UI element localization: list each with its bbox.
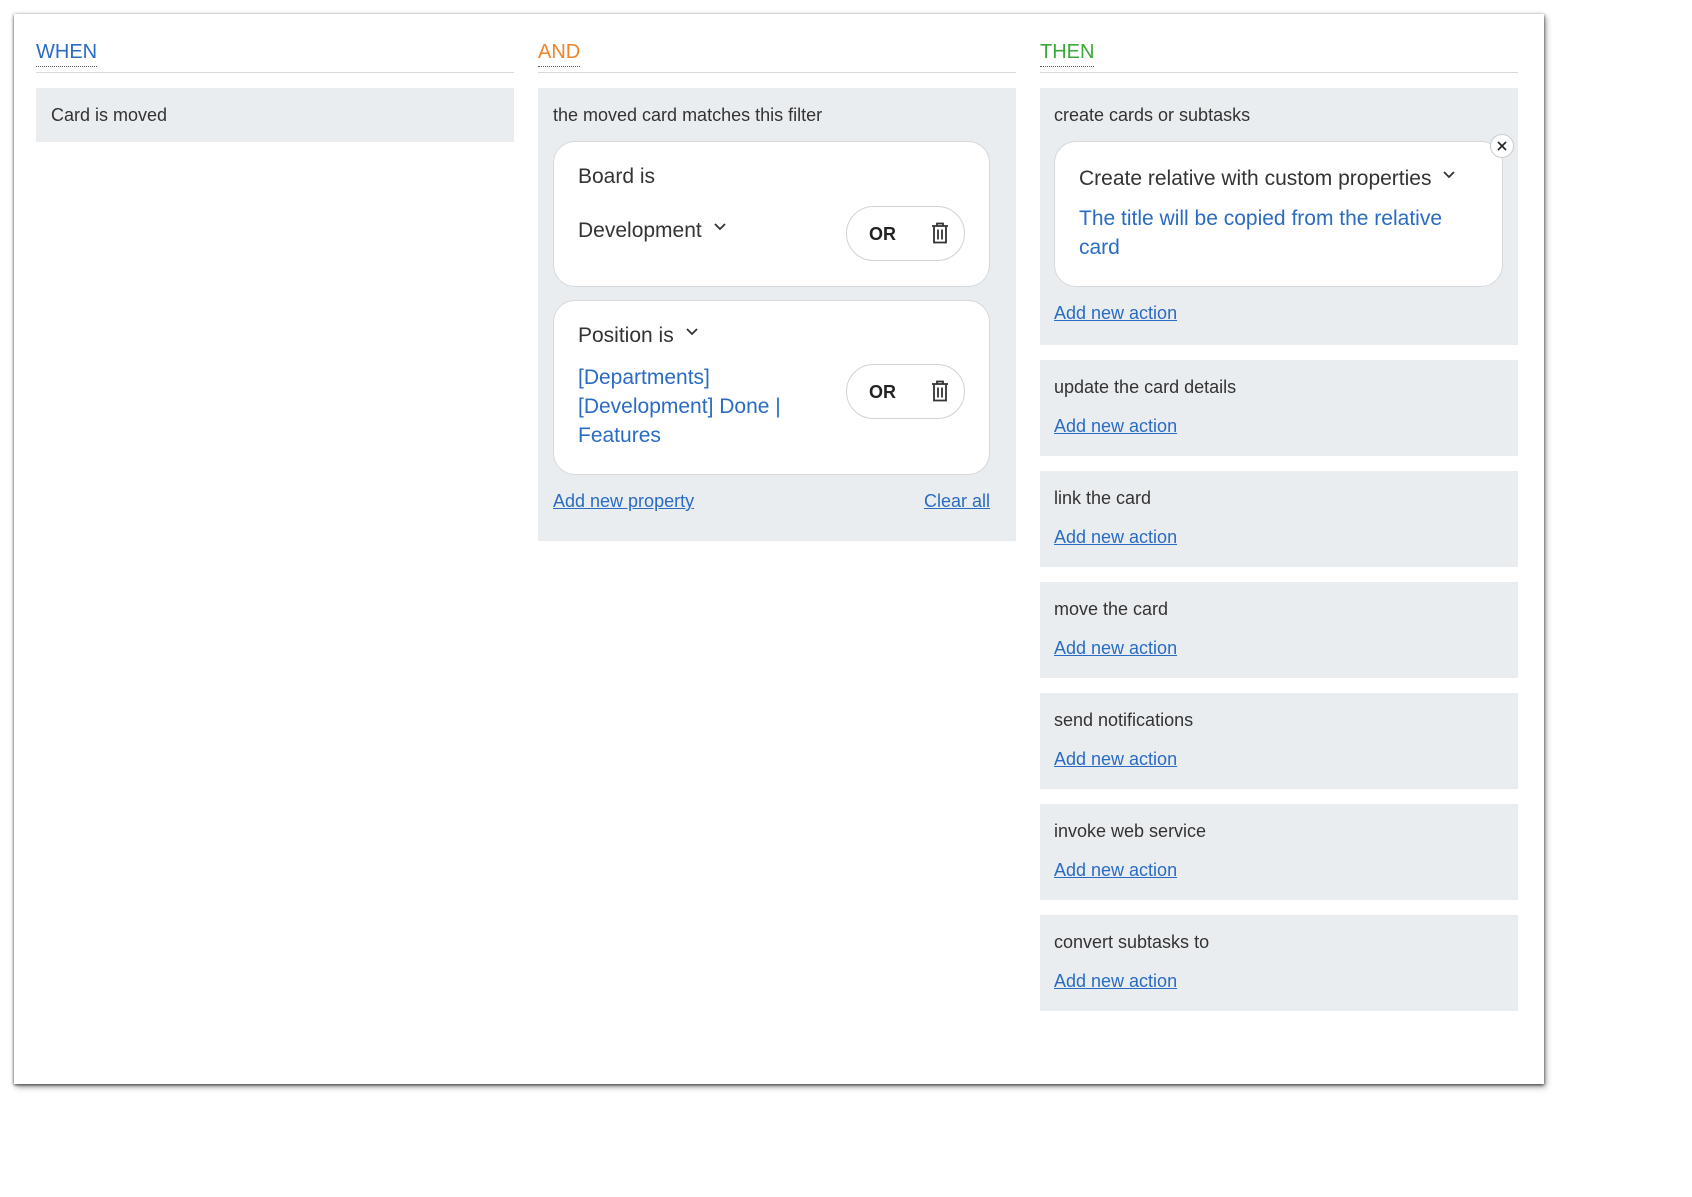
action-card-subtitle[interactable]: The title will be copied from the relati…: [1079, 204, 1478, 262]
then-group-title: send notifications: [1054, 710, 1194, 730]
then-header: THEN: [1040, 38, 1518, 73]
and-header: AND: [538, 38, 1016, 73]
trash-icon[interactable]: [930, 222, 950, 244]
and-title[interactable]: AND: [538, 38, 581, 67]
then-group-title: link the card: [1054, 488, 1152, 508]
add-new-action-link[interactable]: Add new action: [1054, 858, 1177, 882]
then-group-title: move the card: [1054, 599, 1169, 619]
automation-rule-editor: WHEN Card is moved AND the moved card ma…: [14, 14, 1544, 1084]
trash-icon[interactable]: [930, 380, 950, 402]
or-button[interactable]: OR: [869, 379, 896, 405]
filter-position-actions: OR: [846, 364, 965, 419]
action-card-title-text: Create relative with custom properties: [1079, 167, 1432, 190]
or-button[interactable]: OR: [869, 221, 896, 247]
when-column: WHEN Card is moved: [36, 38, 514, 142]
then-group-notify: send notifications Add new action: [1040, 693, 1518, 789]
then-group-title: create cards or subtasks: [1054, 105, 1251, 125]
then-column: THEN create cards or subtasks Create rel…: [1040, 38, 1518, 1011]
chevron-down-icon[interactable]: [1443, 171, 1456, 181]
add-new-action-link[interactable]: Add new action: [1054, 969, 1177, 993]
action-card[interactable]: Create relative with custom properties T…: [1054, 134, 1514, 287]
filter-board-actions: OR: [846, 206, 965, 261]
then-group-webservice: invoke web service Add new action: [1040, 804, 1518, 900]
chevron-down-icon[interactable]: [714, 223, 726, 233]
then-group-title: invoke web service: [1054, 821, 1207, 841]
filter-position: Position is [Departments] [Development] …: [553, 300, 990, 475]
add-new-property-link[interactable]: Add new property: [553, 491, 694, 511]
filter-position-label[interactable]: Position is: [578, 321, 965, 351]
trigger-panel[interactable]: Card is moved: [36, 88, 514, 142]
add-new-action-link[interactable]: Add new action: [1054, 301, 1177, 325]
then-group-link: link the card Add new action: [1040, 471, 1518, 567]
add-new-action-link[interactable]: Add new action: [1054, 525, 1177, 549]
filter-panel: the moved card matches this filter Board…: [538, 88, 1016, 541]
then-group-title: convert subtasks to: [1054, 932, 1210, 952]
clear-all-link[interactable]: Clear all: [924, 489, 990, 513]
when-title[interactable]: WHEN: [36, 38, 98, 67]
filter-position-value[interactable]: [Departments] [Development] Done | Featu…: [578, 363, 813, 450]
and-column: AND the moved card matches this filter B…: [538, 38, 1016, 541]
add-new-action-link[interactable]: Add new action: [1054, 414, 1177, 438]
filter-panel-title: the moved card matches this filter: [553, 105, 823, 125]
filter-panel-links: Add new property Clear all: [553, 489, 1001, 513]
add-new-action-link[interactable]: Add new action: [1054, 747, 1177, 771]
chevron-down-icon[interactable]: [686, 328, 698, 338]
filter-position-label-text: Position is: [578, 324, 674, 347]
filter-board-value-text: Development: [578, 219, 702, 242]
close-icon[interactable]: [1490, 134, 1514, 158]
add-new-action-link[interactable]: Add new action: [1054, 636, 1177, 660]
then-title[interactable]: THEN: [1040, 38, 1095, 67]
then-group-move: move the card Add new action: [1040, 582, 1518, 678]
when-header: WHEN: [36, 38, 514, 73]
then-group-convert: convert subtasks to Add new action: [1040, 915, 1518, 1011]
then-group-create: create cards or subtasks Create relative…: [1040, 88, 1518, 345]
then-group-update: update the card details Add new action: [1040, 360, 1518, 456]
filter-board: Board is Development OR: [553, 141, 990, 287]
trigger-label: Card is moved: [51, 105, 168, 125]
action-card-title[interactable]: Create relative with custom properties: [1079, 164, 1478, 194]
filter-board-label: Board is: [578, 165, 656, 188]
then-group-title: update the card details: [1054, 377, 1237, 397]
